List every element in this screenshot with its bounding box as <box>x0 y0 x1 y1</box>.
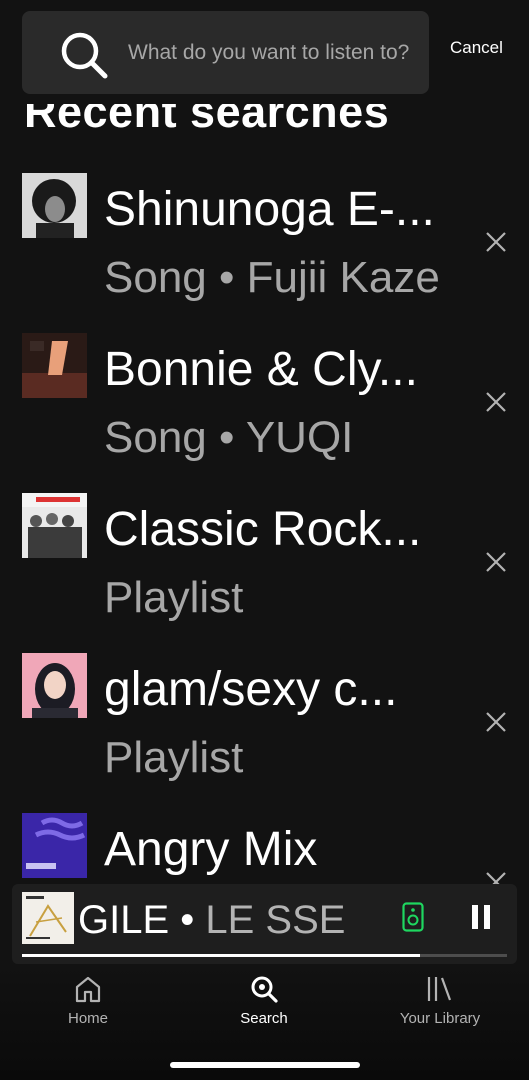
item-subtitle: Song • YUQI <box>104 413 354 462</box>
search-header: What do you want to listen to? Cancel <box>0 0 529 104</box>
now-playing-art <box>22 892 74 944</box>
list-item[interactable]: Shinunoga E-... Song • Fujii Kaze <box>0 160 529 302</box>
tab-library[interactable]: Your Library <box>370 974 510 1027</box>
now-playing-separator: • <box>169 898 206 942</box>
item-title: Classic Rock... <box>104 503 422 556</box>
close-icon[interactable] <box>484 390 508 414</box>
playlist-art <box>22 813 87 878</box>
now-playing-title: GILE <box>78 898 170 942</box>
search-input[interactable]: What do you want to listen to? <box>22 11 429 94</box>
close-icon[interactable] <box>484 230 508 254</box>
speaker-icon[interactable] <box>402 902 424 932</box>
item-subtitle: Song • Fujii Kaze <box>104 253 440 302</box>
text-fade <box>342 884 392 964</box>
item-title: Bonnie & Cly... <box>104 343 418 396</box>
list-item[interactable]: glam/sexy c... Playlist <box>0 640 529 782</box>
home-indicator[interactable] <box>170 1062 360 1068</box>
now-playing-artist: LE SSE <box>205 898 346 942</box>
tab-search[interactable]: Search <box>194 974 334 1027</box>
playback-progress[interactable] <box>22 954 507 957</box>
playlist-art <box>22 493 87 558</box>
tab-label: Home <box>67 1010 108 1027</box>
item-title: Shinunoga E-... <box>104 183 435 236</box>
item-subtitle: Playlist <box>104 733 244 782</box>
mini-player[interactable]: GILE • LE SSE <box>12 884 517 964</box>
close-icon[interactable] <box>484 550 508 574</box>
item-subtitle: Playlist <box>104 573 244 622</box>
cancel-button[interactable]: Cancel <box>450 38 503 58</box>
close-icon[interactable] <box>484 710 508 734</box>
tab-home[interactable]: Home <box>18 974 158 1027</box>
now-playing-text: GILE • LE SSE <box>78 896 378 944</box>
list-item[interactable]: Bonnie & Cly... Song • YUQI <box>0 320 529 462</box>
list-item[interactable]: Classic Rock... Playlist <box>0 480 529 622</box>
item-title: glam/sexy c... <box>104 663 398 716</box>
playback-progress-fill <box>22 954 420 957</box>
tab-label: Search <box>240 1010 288 1027</box>
search-placeholder: What do you want to listen to? <box>128 41 410 64</box>
tab-label: Your Library <box>399 1010 481 1027</box>
playlist-art <box>22 653 87 718</box>
pause-icon[interactable] <box>470 904 492 930</box>
album-art <box>22 333 87 398</box>
library-icon <box>427 977 452 1001</box>
search-icon <box>61 32 108 79</box>
album-art <box>22 173 87 238</box>
home-icon <box>75 976 101 1003</box>
search-icon <box>251 976 278 1003</box>
item-title: Angry Mix <box>104 823 318 876</box>
